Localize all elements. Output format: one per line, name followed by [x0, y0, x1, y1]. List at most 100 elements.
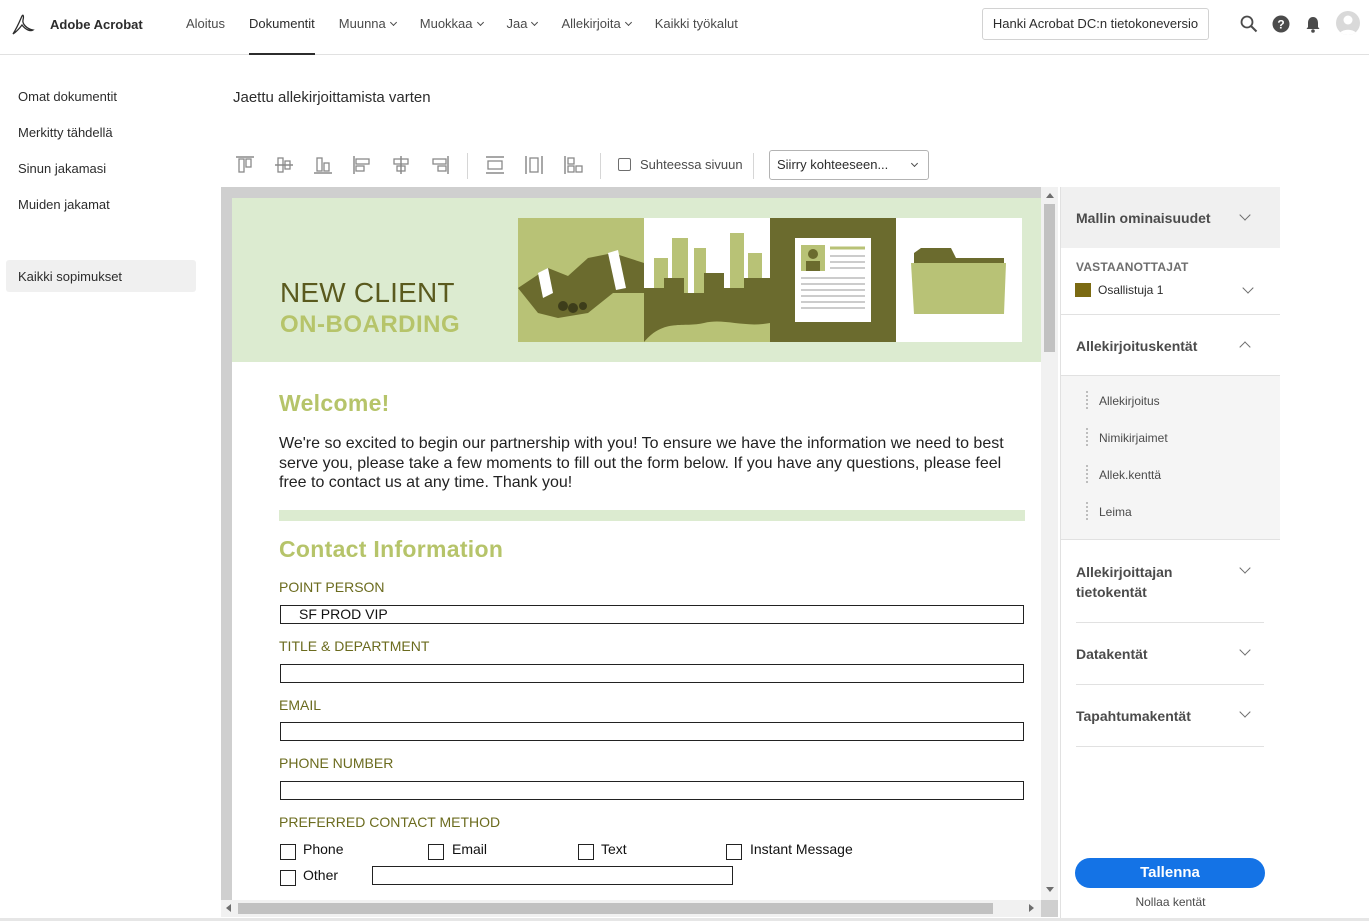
- intro-text: We're so excited to begin our partnershi…: [279, 435, 1004, 491]
- other-checkbox-label: Other: [303, 867, 339, 883]
- toolbar-divider: [600, 153, 601, 179]
- point-person-field[interactable]: SF PROD VIP: [280, 605, 1024, 624]
- email-field[interactable]: [280, 722, 1024, 741]
- top-navigation-bar: Adobe Acrobat Aloitus Dokumentit Muunna …: [0, 0, 1369, 55]
- other-field[interactable]: [372, 866, 733, 885]
- fit-to-page-label: Suhteessa sivuun: [640, 157, 743, 172]
- nav-aloitus[interactable]: Aloitus: [186, 0, 225, 55]
- recipients-label: VASTAANOTTAJAT: [1076, 260, 1189, 274]
- vertical-scrollbar[interactable]: [1041, 187, 1058, 900]
- nav-allekirjoita[interactable]: Allekirjoita: [561, 0, 632, 55]
- match-size-icon[interactable]: [562, 154, 584, 176]
- align-middle-icon[interactable]: [273, 154, 295, 176]
- brand-name[interactable]: Adobe Acrobat: [50, 17, 143, 32]
- drag-handle-icon[interactable]: [1086, 428, 1088, 446]
- sig-field-allekirjoitus[interactable]: Allekirjoitus: [1099, 394, 1160, 408]
- drag-handle-icon[interactable]: [1086, 502, 1088, 520]
- scroll-left-arrow-icon[interactable]: [226, 904, 231, 912]
- phone-checkbox-label: Phone: [303, 841, 344, 857]
- sig-field-nimikirjaimet[interactable]: Nimikirjaimet: [1099, 431, 1168, 445]
- chevron-down-icon[interactable]: [1239, 644, 1251, 656]
- phone-checkbox[interactable]: [280, 844, 296, 860]
- drag-handle-icon[interactable]: [1086, 465, 1088, 483]
- instant-message-checkbox-label: Instant Message: [750, 841, 853, 857]
- reset-fields-link[interactable]: Nollaa kentät: [1061, 895, 1280, 909]
- recipient-select[interactable]: Osallistuja 1: [1098, 283, 1163, 297]
- field-label-contact-method: PREFERRED CONTACT METHOD: [279, 814, 501, 830]
- signature-fields-title[interactable]: Allekirjoituskentät: [1076, 338, 1197, 354]
- welcome-heading: Welcome!: [279, 390, 390, 416]
- other-checkbox[interactable]: [280, 870, 296, 886]
- sig-field-leima[interactable]: Leima: [1099, 505, 1132, 519]
- chevron-down-icon[interactable]: [1242, 282, 1254, 294]
- folder-illustration: [896, 218, 1022, 342]
- instant-message-checkbox[interactable]: [726, 844, 742, 860]
- toolbar-divider: [467, 153, 468, 179]
- distribute-vertical-icon[interactable]: [484, 154, 506, 176]
- scroll-down-arrow-icon[interactable]: [1046, 887, 1054, 892]
- recipient-color-swatch: [1075, 283, 1091, 297]
- email-checkbox[interactable]: [428, 844, 444, 860]
- toolbar-divider: [753, 153, 754, 179]
- chevron-down-icon: [624, 18, 632, 27]
- scroll-right-arrow-icon[interactable]: [1029, 904, 1034, 912]
- user-avatar-icon: [1339, 15, 1357, 35]
- align-left-icon[interactable]: [351, 154, 373, 176]
- title-department-field[interactable]: [280, 664, 1024, 683]
- avatar[interactable]: [1336, 11, 1360, 35]
- field-label-point-person: POINT PERSON: [279, 579, 385, 595]
- horizontal-scroll-thumb[interactable]: [238, 903, 993, 914]
- profile-document-illustration: [770, 218, 896, 342]
- align-center-icon[interactable]: [390, 154, 412, 176]
- chevron-up-icon[interactable]: [1239, 341, 1251, 353]
- nav-jaa[interactable]: Jaa: [507, 0, 539, 55]
- get-desktop-button[interactable]: Hanki Acrobat DC:n tietokoneversio: [982, 8, 1209, 40]
- drag-handle-icon[interactable]: [1086, 391, 1088, 409]
- search-icon[interactable]: [1240, 15, 1258, 33]
- align-right-icon[interactable]: [429, 154, 451, 176]
- handshake-illustration: [518, 218, 644, 342]
- field-label-title-department: TITLE & DEPARTMENT: [279, 638, 430, 654]
- sidebar-item-muiden-jakamat[interactable]: Muiden jakamat: [18, 197, 110, 212]
- distribute-horizontal-icon[interactable]: [523, 154, 545, 176]
- text-checkbox[interactable]: [578, 844, 594, 860]
- save-button[interactable]: Tallenna: [1075, 858, 1265, 888]
- sidebar-item-omat-dokumentit[interactable]: Omat dokumentit: [18, 89, 117, 104]
- phone-number-field[interactable]: [280, 781, 1024, 800]
- document-viewer[interactable]: NEW CLIENT ON-BOARDING Welcome! We're so…: [221, 187, 1058, 917]
- help-icon[interactable]: ?: [1272, 15, 1290, 33]
- chevron-down-icon[interactable]: [1239, 706, 1251, 718]
- nav-kaikki-tyokalut[interactable]: Kaikki työkalut: [655, 0, 738, 55]
- goto-dropdown[interactable]: Siirry kohteeseen...: [769, 150, 929, 180]
- field-label-phone-number: PHONE NUMBER: [279, 755, 394, 771]
- scroll-up-arrow-icon[interactable]: [1046, 193, 1054, 198]
- event-fields-title[interactable]: Tapahtumakentät: [1076, 708, 1191, 724]
- sig-field-allek-kentta[interactable]: Allek.kenttä: [1099, 468, 1161, 482]
- chevron-down-icon[interactable]: [1239, 562, 1251, 574]
- bell-icon[interactable]: [1304, 15, 1322, 33]
- document-title: Jaettu allekirjoittamista varten: [233, 89, 431, 106]
- sidebar-item-sinun-jakamasi[interactable]: Sinun jakamasi: [18, 161, 106, 176]
- align-top-icon[interactable]: [234, 154, 256, 176]
- sidebar-item-label: Kaikki sopimukset: [18, 269, 123, 284]
- signer-info-fields-title[interactable]: Allekirjoittajan: [1076, 564, 1172, 580]
- signature-fields-list: Allekirjoitus Nimikirjaimet Allek.kenttä…: [1061, 376, 1280, 539]
- banner-subtitle: ON-BOARDING: [280, 311, 461, 338]
- sidebar-item-merkitty-tahdella[interactable]: Merkitty tähdellä: [18, 125, 113, 140]
- vertical-scroll-thumb[interactable]: [1044, 204, 1055, 352]
- horizontal-scrollbar[interactable]: [221, 900, 1041, 917]
- nav-muunna[interactable]: Muunna: [339, 0, 397, 55]
- panel-divider: [1061, 539, 1280, 540]
- fit-to-page-checkbox[interactable]: [618, 158, 631, 171]
- right-panel: Mallin ominaisuudet VASTAANOTTAJAT Osall…: [1060, 187, 1280, 921]
- nav-muokkaa[interactable]: Muokkaa: [420, 0, 484, 55]
- panel-divider: [1076, 622, 1264, 623]
- align-bottom-icon[interactable]: [312, 154, 334, 176]
- data-fields-title[interactable]: Datakentät: [1076, 646, 1148, 662]
- signer-info-fields-title-line2[interactable]: tietokentät: [1076, 584, 1147, 600]
- acrobat-logo-icon[interactable]: [10, 12, 36, 38]
- nav-dokumentit[interactable]: Dokumentit: [249, 0, 315, 55]
- svg-text:?: ?: [1277, 18, 1284, 32]
- document-page[interactable]: NEW CLIENT ON-BOARDING Welcome! We're so…: [232, 198, 1041, 908]
- field-label-email: EMAIL: [279, 697, 322, 713]
